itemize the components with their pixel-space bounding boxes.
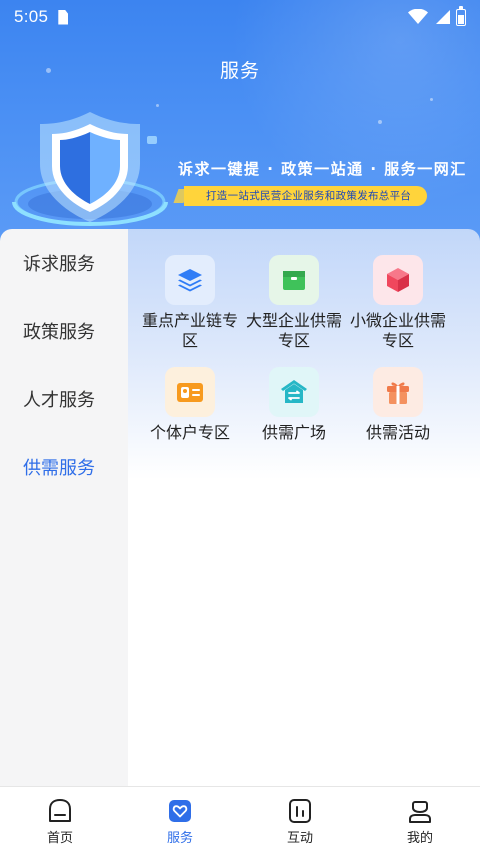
service-large-enterprise[interactable]: 大型企业供需专区	[242, 255, 346, 351]
nav-home[interactable]: 首页	[0, 787, 120, 854]
service-content: 重点产业链专区 大型企业供需专区 小微企业供需专区 个体户专区 供需广场 供需活…	[128, 229, 480, 786]
nav-service[interactable]: 服务	[120, 787, 240, 854]
service-icon-bg	[269, 255, 319, 305]
cube-icon	[387, 268, 409, 292]
decor-dot	[430, 98, 433, 101]
header-banner: 5:05 服务 诉求一键提 · 政策一站通 · 服务一网汇 打造一站式民营企业服…	[0, 0, 480, 260]
nav-label: 首页	[46, 831, 73, 846]
status-bar: 5:05	[0, 0, 480, 34]
service-label: 小微企业供需专区	[349, 311, 446, 350]
sim-card-icon	[58, 9, 69, 25]
box-icon	[283, 271, 305, 290]
shield-illustration	[10, 106, 170, 236]
category-sidebar: 诉求服务 政策服务 人才服务 供需服务	[0, 229, 128, 786]
page-title: 服务	[219, 60, 260, 82]
sidebar-item-supply-demand[interactable]: 供需服务	[0, 433, 128, 501]
slogan-text: 诉求一键提 · 政策一站通 · 服务一网汇	[178, 160, 467, 178]
layers-icon	[178, 269, 202, 292]
subtitle-pill: 打造一站式民营企业服务和政策发布总平台	[184, 186, 428, 206]
interaction-icon	[289, 799, 311, 823]
service-heart-icon	[169, 800, 191, 822]
wifi-icon	[408, 9, 428, 24]
shield-icon	[12, 112, 168, 226]
service-icon-bg	[165, 255, 215, 305]
decor-dot	[378, 120, 382, 124]
service-icon-bg	[269, 367, 319, 417]
sidebar-item-policy[interactable]: 政策服务	[0, 297, 128, 365]
profile-icon	[409, 801, 431, 823]
service-supply-demand-events[interactable]: 供需活动	[346, 367, 450, 443]
service-grid: 重点产业链专区 大型企业供需专区 小微企业供需专区 个体户专区 供需广场 供需活…	[138, 255, 468, 443]
nav-interaction[interactable]: 互动	[240, 787, 360, 854]
gift-icon	[387, 382, 409, 404]
home-icon	[49, 799, 71, 822]
service-individual-business[interactable]: 个体户专区	[138, 367, 242, 443]
service-label: 重点产业链专区	[141, 311, 238, 350]
exchange-house-icon	[281, 380, 307, 403]
id-card-icon	[177, 383, 203, 402]
status-time: 5:05	[14, 7, 49, 26]
service-icon-bg	[373, 367, 423, 417]
service-icon-bg	[373, 255, 423, 305]
service-label: 大型企业供需专区	[245, 311, 342, 350]
service-label: 个体户专区	[149, 423, 230, 442]
service-icon-bg	[165, 367, 215, 417]
nav-label: 互动	[286, 831, 313, 846]
bottom-nav: 首页 服务 互动 我的	[0, 786, 480, 854]
nav-profile[interactable]: 我的	[360, 787, 480, 854]
sidebar-item-appeal[interactable]: 诉求服务	[0, 229, 128, 297]
service-label: 供需广场	[261, 423, 326, 442]
battery-icon	[456, 5, 466, 26]
service-key-industry-chain[interactable]: 重点产业链专区	[138, 255, 242, 351]
nav-label: 服务	[166, 831, 193, 846]
service-label: 供需活动	[365, 423, 430, 442]
service-supply-demand-plaza[interactable]: 供需广场	[242, 367, 346, 443]
signal-icon	[436, 10, 450, 24]
nav-label: 我的	[406, 831, 433, 846]
sidebar-item-talent[interactable]: 人才服务	[0, 365, 128, 433]
service-small-micro-enterprise[interactable]: 小微企业供需专区	[346, 255, 450, 351]
